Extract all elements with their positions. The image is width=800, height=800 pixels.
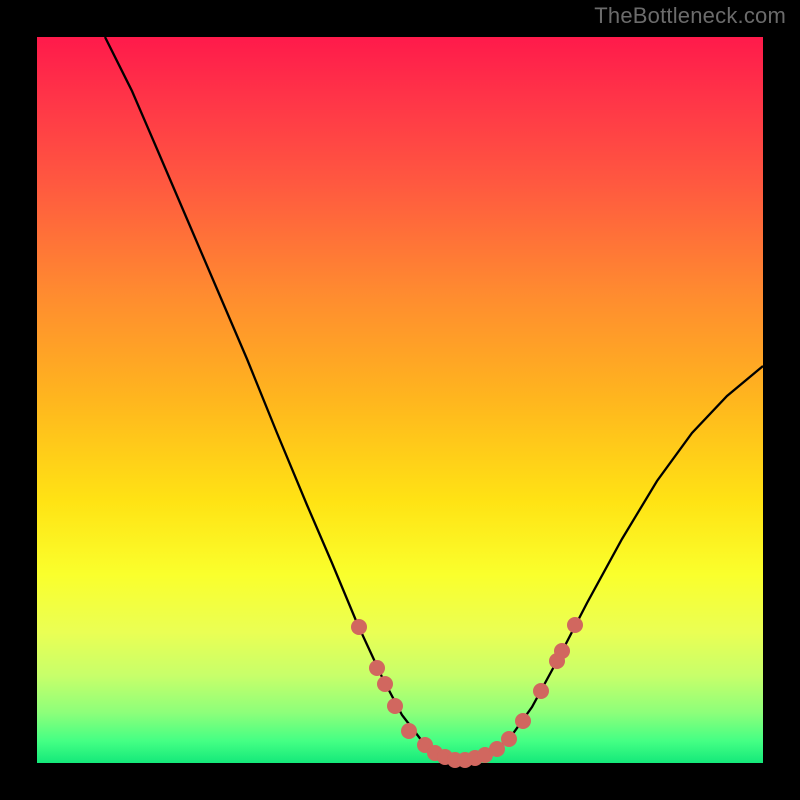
bottleneck-curve bbox=[105, 37, 763, 760]
marker-group bbox=[351, 617, 583, 768]
curve-marker bbox=[387, 698, 403, 714]
curve-marker bbox=[515, 713, 531, 729]
curve-marker bbox=[369, 660, 385, 676]
curve-marker bbox=[567, 617, 583, 633]
watermark-text: TheBottleneck.com bbox=[594, 3, 786, 29]
curve-marker bbox=[401, 723, 417, 739]
curve-marker bbox=[377, 676, 393, 692]
curve-marker bbox=[501, 731, 517, 747]
curve-marker bbox=[533, 683, 549, 699]
curve-marker bbox=[554, 643, 570, 659]
chart-svg bbox=[37, 37, 763, 763]
chart-frame: TheBottleneck.com bbox=[0, 0, 800, 800]
plot-area bbox=[37, 37, 763, 763]
curve-marker bbox=[351, 619, 367, 635]
